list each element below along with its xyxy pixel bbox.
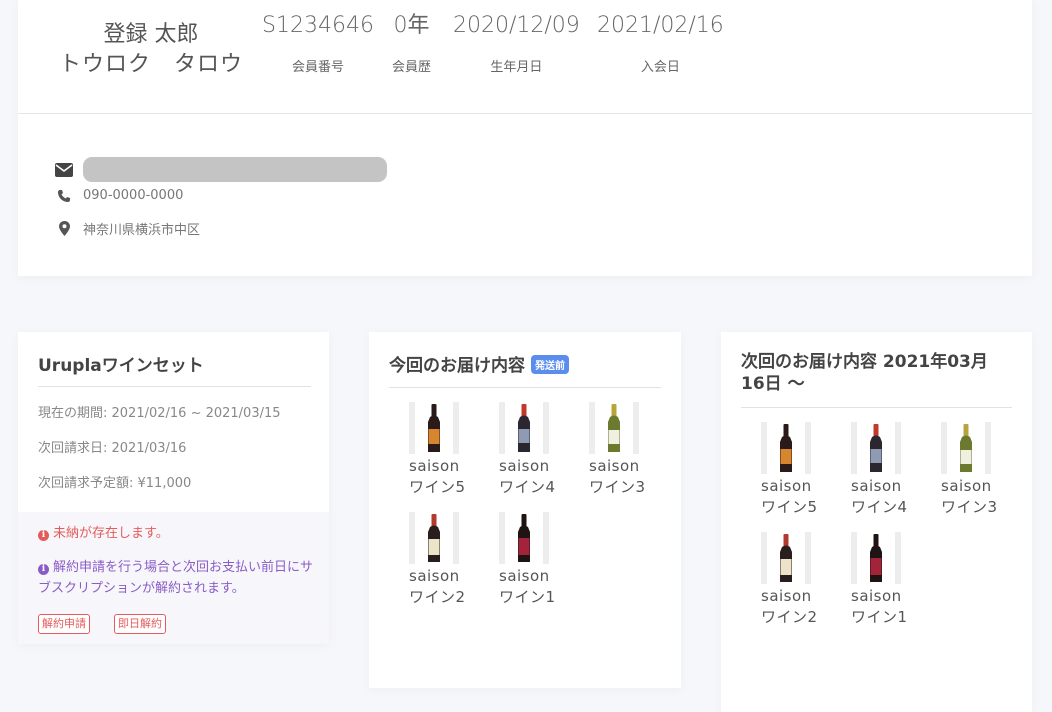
current-period: 現在の期間: 2021/02/16 ~ 2021/03/15 xyxy=(38,406,281,421)
wine-item[interactable]: saison ワイン2 xyxy=(409,512,499,608)
join-date-value: 2021/02/16 xyxy=(597,13,724,38)
wine-bottle-image xyxy=(409,402,459,454)
wine-name: saison ワイン2 xyxy=(761,587,818,626)
join-date-label: 入会日 xyxy=(640,60,680,75)
wine-bottle-image xyxy=(851,532,901,584)
membership-years-value: 0年 xyxy=(393,13,430,38)
wine-bottle-image xyxy=(589,402,639,454)
status-badge: 発送前 xyxy=(531,355,569,374)
info-circle-icon: i xyxy=(38,530,49,541)
next-wine-list: saison ワイン5 saison ワイン4 saison ワイン3 sais… xyxy=(761,422,1031,628)
member-name-kanji: 登録 太郎 xyxy=(103,22,199,47)
wine-item[interactable]: saison ワイン1 xyxy=(851,532,941,628)
next-billing-amount: 次回請求予定額: ¥11,000 xyxy=(38,476,192,491)
next-billing-date: 次回請求日: 2021/03/16 xyxy=(38,441,187,456)
wine-item[interactable]: saison ワイン5 xyxy=(409,402,499,498)
immediate-cancel-button[interactable]: 即日解約 xyxy=(114,614,166,634)
wine-bottle-image xyxy=(851,422,901,474)
wine-name: saison ワイン5 xyxy=(409,457,466,496)
wine-name: saison ワイン5 xyxy=(761,477,818,516)
info-circle-icon: i xyxy=(38,564,49,575)
profile-card: 登録 太郎 トウロク タロウ S1234646 会員番号 0年 会員歴 2020… xyxy=(18,0,1032,276)
wine-item[interactable]: saison ワイン2 xyxy=(761,532,851,628)
envelope-icon xyxy=(54,162,74,177)
subscription-divider xyxy=(38,386,311,387)
wine-name: saison ワイン1 xyxy=(851,587,908,626)
email-row xyxy=(54,157,387,182)
wine-item[interactable]: saison ワイン4 xyxy=(499,402,589,498)
wine-bottle-image xyxy=(761,422,811,474)
wine-name: saison ワイン4 xyxy=(499,457,556,496)
birth-date-value: 2020/12/09 xyxy=(453,13,580,38)
unpaid-alert: i 未納が存在します。 xyxy=(38,522,169,541)
address: 神奈川県横浜市中区 xyxy=(83,223,201,238)
join-date: 2021/02/16 入会日 xyxy=(597,12,724,75)
birth-date: 2020/12/09 生年月日 xyxy=(453,12,580,75)
phone-icon xyxy=(54,189,74,203)
wine-item[interactable]: saison ワイン3 xyxy=(941,422,1031,518)
member-name: 登録 太郎 トウロク タロウ xyxy=(56,20,246,80)
subscription-title: Uruplaワインセット xyxy=(38,356,204,376)
current-delivery-title-text: 今回のお届け内容 xyxy=(389,356,525,376)
wine-bottle-image xyxy=(761,532,811,584)
member-number: S1234646 会員番号 xyxy=(262,12,374,75)
member-name-kana: トウロク タロウ xyxy=(58,52,243,77)
cancel-notice-text: 解約申請を行う場合と次回お支払い前日にサブスクリプションが解約されます。 xyxy=(38,560,314,596)
wine-bottle-image xyxy=(499,402,549,454)
map-marker-icon xyxy=(54,221,74,236)
cancel-notice: i 解約申請を行う場合と次回お支払い前日にサブスクリプションが解約されます。 xyxy=(38,557,313,599)
unpaid-alert-text: 未納が存在します。 xyxy=(53,526,169,541)
current-delivery-title: 今回のお届け内容 発送前 xyxy=(389,351,569,376)
next-delivery-divider xyxy=(741,407,1012,408)
subscription-card: Uruplaワインセット 現在の期間: 2021/02/16 ~ 2021/03… xyxy=(18,332,329,644)
membership-years: 0年 会員歴 xyxy=(392,12,431,75)
wine-name: saison ワイン4 xyxy=(851,477,908,516)
birth-date-label: 生年月日 xyxy=(490,60,543,75)
next-delivery-title: 次回のお届け内容 2021年03月16日 〜 xyxy=(741,352,988,394)
phone-row: 090-0000-0000 xyxy=(54,188,183,203)
membership-years-label: 会員歴 xyxy=(392,60,432,75)
email-redacted xyxy=(83,157,387,182)
wine-bottle-image xyxy=(409,512,459,564)
current-wine-list: saison ワイン5 saison ワイン4 saison ワイン3 sais… xyxy=(409,402,679,608)
wine-bottle-image xyxy=(941,422,991,474)
next-delivery-card: 次回のお届け内容 2021年03月16日 〜 saison ワイン5 saiso… xyxy=(721,332,1032,712)
wine-name: saison ワイン2 xyxy=(409,567,466,606)
wine-item[interactable]: saison ワイン3 xyxy=(589,402,679,498)
member-number-value: S1234646 xyxy=(262,13,374,38)
cancel-request-button[interactable]: 解約申請 xyxy=(38,614,90,634)
profile-divider xyxy=(18,113,1032,114)
current-delivery-divider xyxy=(389,387,661,388)
wine-item[interactable]: saison ワイン1 xyxy=(499,512,589,608)
wine-name: saison ワイン3 xyxy=(589,457,646,496)
wine-item[interactable]: saison ワイン5 xyxy=(761,422,851,518)
address-row: 神奈川県横浜市中区 xyxy=(54,219,200,238)
wine-bottle-image xyxy=(499,512,549,564)
wine-name: saison ワイン3 xyxy=(941,477,998,516)
member-number-label: 会員番号 xyxy=(291,60,344,75)
phone-number: 090-0000-0000 xyxy=(83,188,184,203)
current-delivery-card: 今回のお届け内容 発送前 saison ワイン5 saison ワイン4 sais… xyxy=(369,332,681,688)
wine-item[interactable]: saison ワイン4 xyxy=(851,422,941,518)
wine-name: saison ワイン1 xyxy=(499,567,556,606)
